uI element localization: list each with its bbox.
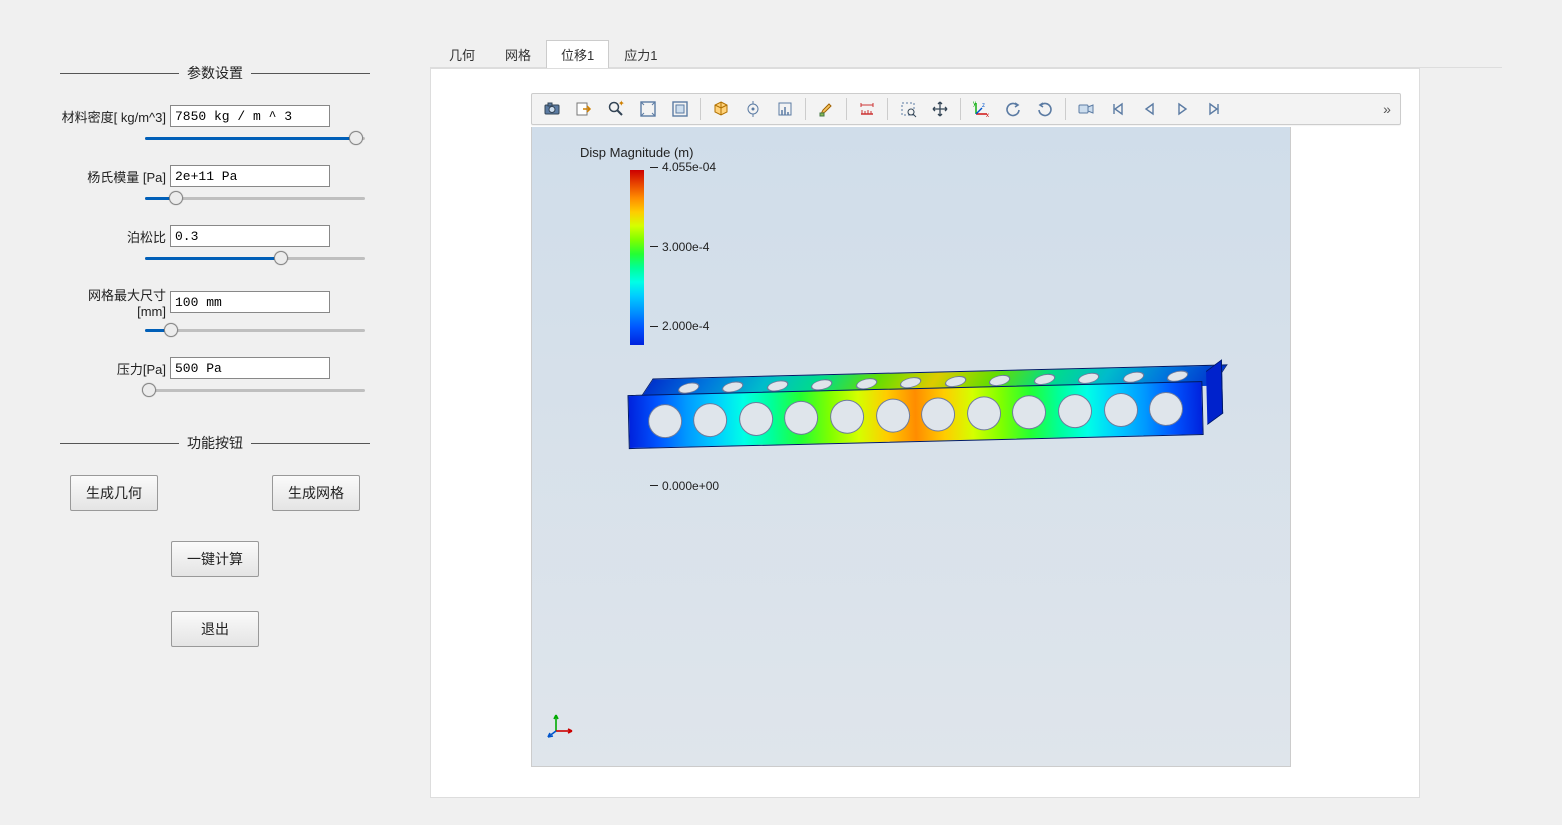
param-poisson: 泊松比 — [60, 225, 370, 267]
legend-title: Disp Magnitude (m) — [580, 145, 740, 160]
probe-icon[interactable] — [739, 96, 767, 122]
video-camera-icon[interactable] — [1072, 96, 1100, 122]
axes-icon[interactable]: y xz — [967, 96, 995, 122]
param-density: 材料密度[ kg/m^3] — [60, 105, 370, 147]
zoom-reset-icon[interactable]: ✦ — [602, 96, 630, 122]
view-frame: ✦ y xz — [430, 68, 1420, 798]
legend-tick: 0.000e+00 — [650, 479, 719, 493]
mesh-label: 网格最大尺寸[mm] — [60, 285, 170, 319]
visualization-toolbar: ✦ y xz — [531, 93, 1401, 125]
tab-geometry[interactable]: 几何 — [434, 40, 490, 68]
compute-button[interactable]: 一键计算 — [171, 541, 259, 577]
poisson-input[interactable] — [170, 225, 330, 247]
density-label: 材料密度[ kg/m^3] — [60, 107, 170, 126]
pressure-label: 压力[Pa] — [60, 359, 170, 378]
settings-panel: 参数设置 材料密度[ kg/m^3] 杨氏模量 [Pa] — [0, 0, 430, 825]
generate-mesh-button[interactable]: 生成网格 — [272, 475, 360, 511]
first-frame-icon[interactable] — [1104, 96, 1132, 122]
rotate-right-icon[interactable] — [1031, 96, 1059, 122]
export-icon[interactable] — [570, 96, 598, 122]
young-slider[interactable] — [145, 189, 365, 207]
results-panel: 几何 网格 位移1 应力1 ✦ — [430, 0, 1562, 825]
svg-text:y: y — [973, 101, 976, 107]
poisson-slider[interactable] — [145, 249, 365, 267]
play-icon[interactable] — [1168, 96, 1196, 122]
density-input[interactable] — [170, 105, 330, 127]
rotate-left-icon[interactable] — [999, 96, 1027, 122]
legend-tick: 2.000e-4 — [650, 319, 709, 333]
svg-text:x: x — [986, 113, 989, 118]
box-zoom-fit-icon[interactable] — [666, 96, 694, 122]
mesh-slider[interactable] — [145, 321, 365, 339]
generate-geometry-button[interactable]: 生成几何 — [70, 475, 158, 511]
svg-text:✦: ✦ — [618, 100, 625, 108]
orientation-triad-icon — [546, 709, 576, 742]
view-cube-icon[interactable] — [707, 96, 735, 122]
camera-icon[interactable] — [538, 96, 566, 122]
tab-displacement[interactable]: 位移1 — [546, 40, 609, 68]
legend-tick: 3.000e-4 — [650, 240, 709, 254]
tab-mesh[interactable]: 网格 — [490, 40, 546, 68]
toolbar-overflow-icon[interactable]: » — [1378, 96, 1396, 122]
pressure-input[interactable] — [170, 357, 330, 379]
tab-stress[interactable]: 应力1 — [609, 40, 672, 68]
colorbar — [630, 170, 644, 345]
pressure-slider[interactable] — [145, 381, 365, 399]
legend-tick: 4.055e-04 — [650, 160, 716, 174]
param-young: 杨氏模量 [Pa] — [60, 165, 370, 207]
settings-section-title: 参数设置 — [179, 63, 251, 83]
color-legend: Disp Magnitude (m) 4.055e-04 3.000e-4 2.00… — [580, 145, 740, 348]
brush-icon[interactable] — [812, 96, 840, 122]
beam-model — [627, 365, 1209, 459]
3d-viewport[interactable]: Disp Magnitude (m) 4.055e-04 3.000e-4 2.00… — [531, 127, 1291, 767]
mesh-input[interactable] — [170, 291, 330, 313]
results-tabs: 几何 网格 位移1 应力1 — [430, 40, 1502, 68]
prev-frame-icon[interactable] — [1136, 96, 1164, 122]
settings-section-header: 参数设置 — [60, 63, 370, 83]
young-input[interactable] — [170, 165, 330, 187]
density-slider[interactable] — [145, 129, 365, 147]
actions-section-title: 功能按钮 — [179, 433, 251, 453]
move-icon[interactable] — [926, 96, 954, 122]
extra-icon[interactable] — [771, 96, 799, 122]
poisson-label: 泊松比 — [60, 227, 170, 246]
svg-text:z: z — [982, 103, 985, 109]
param-pressure: 压力[Pa] — [60, 357, 370, 399]
last-frame-icon[interactable] — [1200, 96, 1228, 122]
box-zoom-icon[interactable] — [634, 96, 662, 122]
param-mesh: 网格最大尺寸[mm] — [60, 285, 370, 339]
select-area-icon[interactable] — [894, 96, 922, 122]
ruler-icon[interactable] — [853, 96, 881, 122]
actions-section-header: 功能按钮 — [60, 433, 370, 453]
young-label: 杨氏模量 [Pa] — [60, 167, 170, 186]
legend-ticks: 4.055e-043.000e-42.000e-41.000e-40.000e+… — [650, 166, 740, 348]
exit-button[interactable]: 退出 — [171, 611, 259, 647]
